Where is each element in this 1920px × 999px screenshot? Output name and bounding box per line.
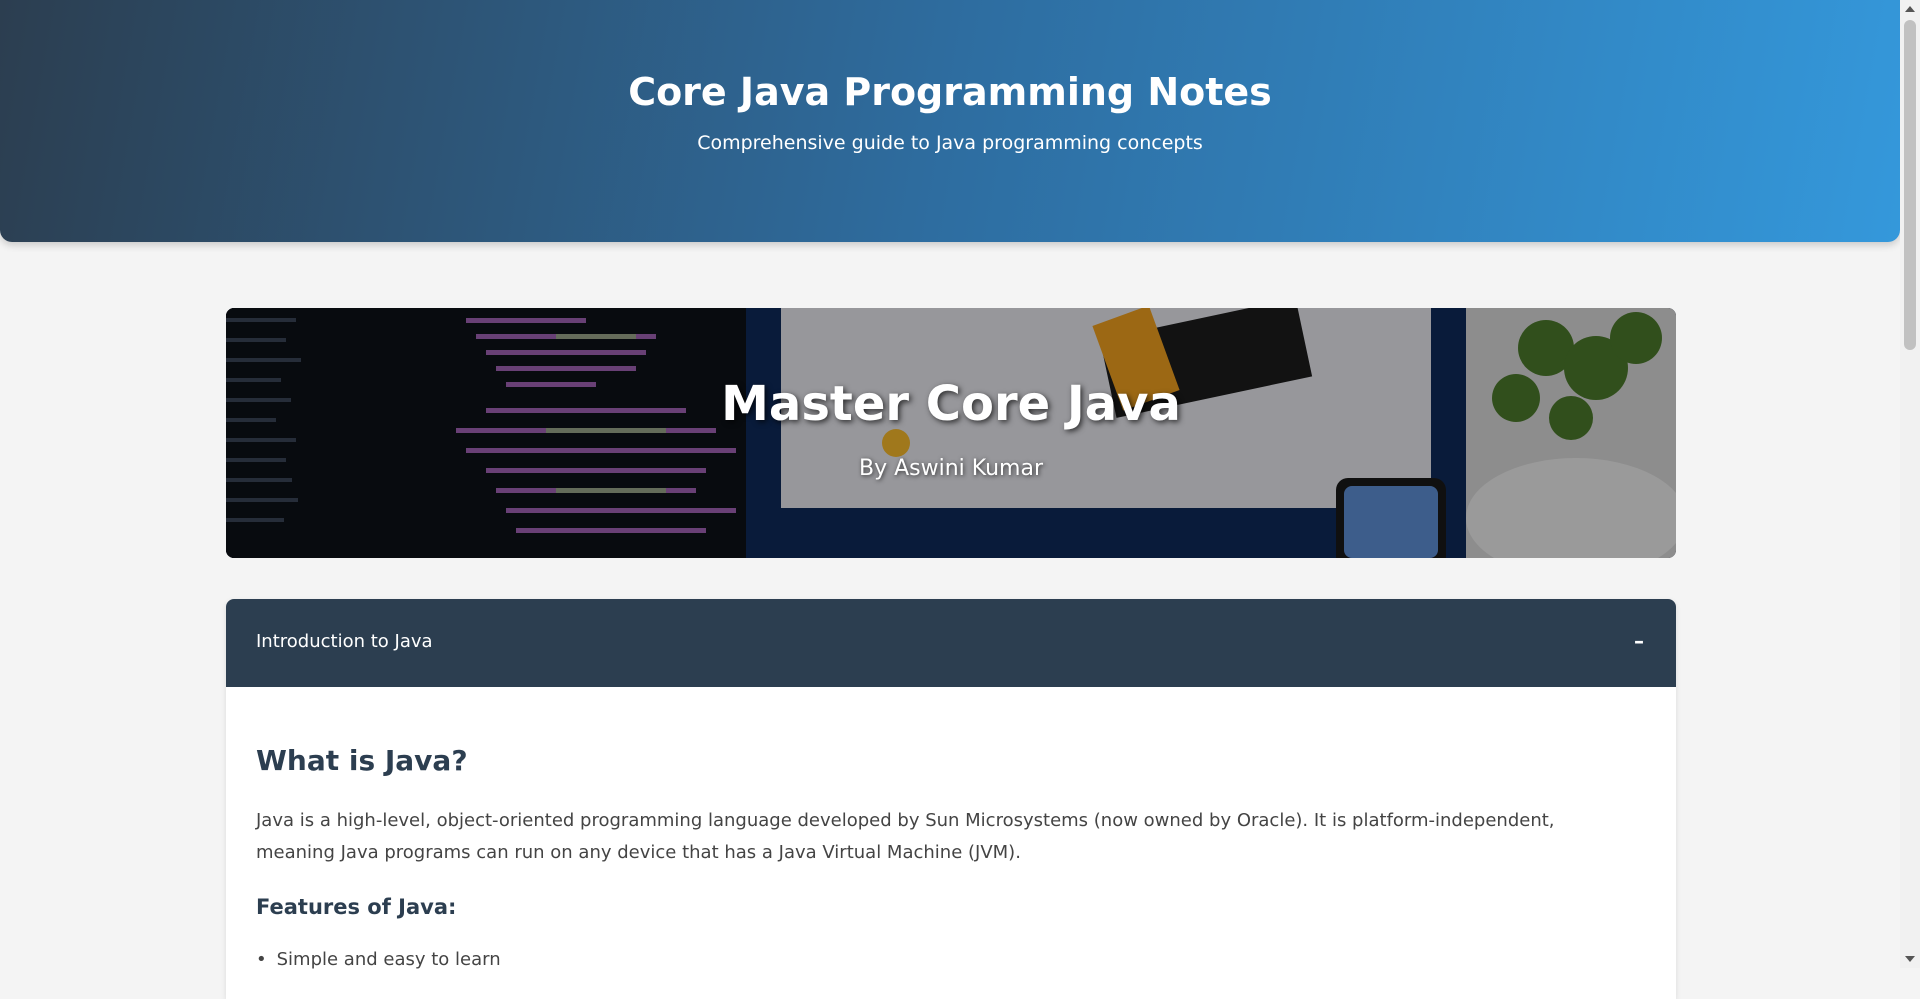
scroll-down-icon[interactable]	[1905, 956, 1915, 962]
section-paragraph: Java is a high-level, object-oriented pr…	[256, 810, 1555, 863]
collapse-toggle-icon[interactable]: –	[1634, 629, 1644, 653]
scrollbar-thumb[interactable]	[1904, 20, 1916, 350]
hero-author: By Aswini Kumar	[858, 456, 1043, 481]
page-header: Core Java Programming Notes Comprehensiv…	[0, 0, 1900, 242]
list-item: Simple and easy to learn	[256, 949, 501, 970]
section-header-introduction[interactable]: Introduction to Java –	[226, 599, 1676, 687]
section-introduction: Introduction to Java – What is Java? Jav…	[226, 599, 1676, 999]
hero-banner: Master Core Java By Aswini Kumar	[226, 308, 1676, 558]
page-subtitle: Comprehensive guide to Java programming …	[697, 132, 1203, 154]
section-heading: What is Java?	[256, 744, 468, 777]
hero-title: Master Core Java	[721, 376, 1181, 432]
scroll-up-icon[interactable]	[1905, 6, 1915, 12]
features-heading: Features of Java:	[256, 895, 457, 919]
page-title: Core Java Programming Notes	[628, 70, 1272, 114]
features-list: Simple and easy to learn	[256, 949, 501, 970]
section-title: Introduction to Java	[256, 631, 433, 652]
vertical-scrollbar[interactable]	[1900, 0, 1920, 968]
hero-overlay	[226, 308, 1676, 558]
